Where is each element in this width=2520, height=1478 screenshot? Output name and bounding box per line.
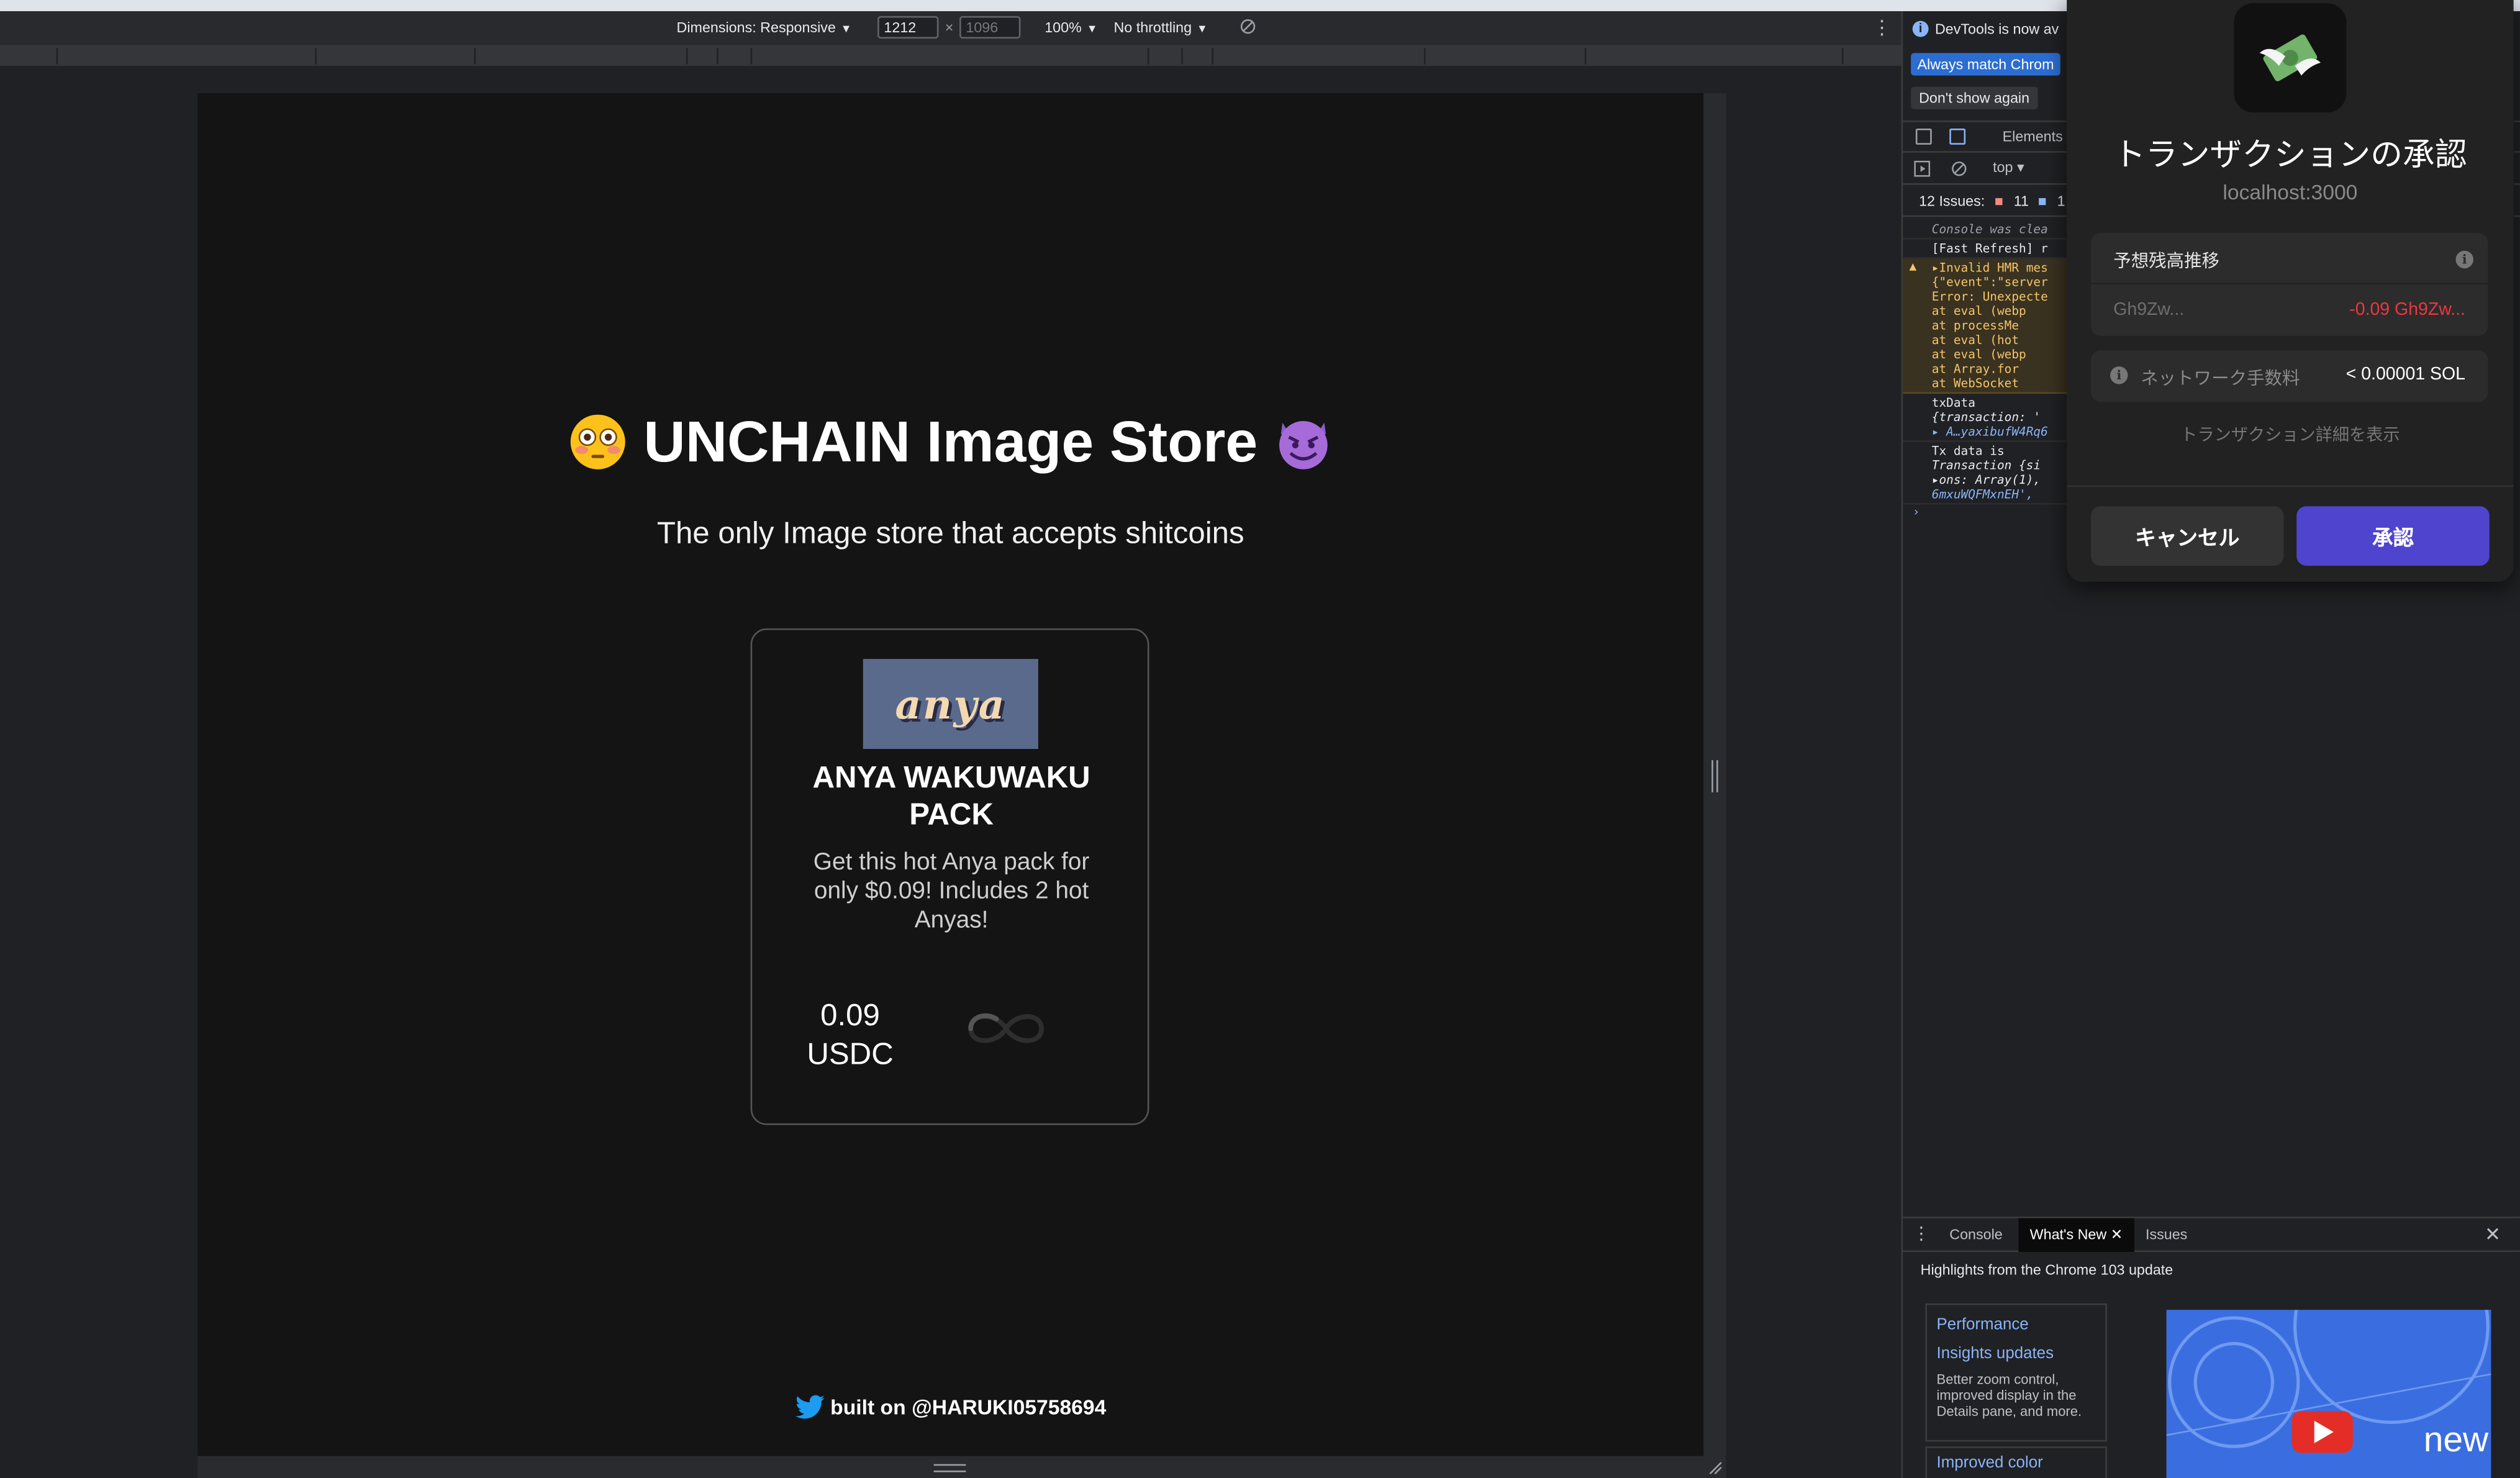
page-subtitle: The only Image store that accepts shitco… <box>656 517 1244 551</box>
width-input[interactable]: 1212 <box>877 16 939 39</box>
throttling-dropdown[interactable]: No throttling ▼ <box>1113 19 1207 35</box>
video-text: new <box>2424 1420 2489 1459</box>
console-line: Console was clea <box>1903 220 2072 240</box>
device-toolbar: Dimensions: Responsive ▼ 1212 × 1096 100%… <box>0 11 1901 45</box>
console-output: Console was clea [Fast Refresh] r ▲ ▸Inv… <box>1903 220 2072 519</box>
kebab-menu-icon[interactable]: ⋮ <box>1872 16 1892 39</box>
whats-new-card[interactable]: Performance Insights updates Better zoom… <box>1925 1303 2107 1442</box>
product-name: ANYA WAKUWAKU PACK <box>812 761 1090 833</box>
clear-console-icon[interactable] <box>1951 161 1967 177</box>
show-details-link[interactable]: トランザクション詳細を表示 <box>2067 423 2513 447</box>
tab-whats-new[interactable]: What's New ✕ <box>2018 1218 2134 1253</box>
issues-label: 12 Issues: <box>1919 193 1985 209</box>
balance-delta: -0.09 Gh9Zw... <box>2349 300 2465 320</box>
console-line: [Fast Refresh] r <box>1903 240 2072 259</box>
close-tab-icon[interactable]: ✕ <box>2111 1226 2123 1243</box>
warning-icon: ▲ <box>1909 258 1917 273</box>
error-count: 11 <box>2013 193 2029 209</box>
popup-origin: localhost:3000 <box>2223 179 2358 204</box>
resize-corner-icon[interactable] <box>1706 1459 1723 1476</box>
info-icon[interactable]: i <box>2110 366 2128 384</box>
card-link[interactable]: Improved color <box>1937 1454 2096 1474</box>
devtools-info-banner: i DevTools is now av <box>1912 20 2059 37</box>
product-price: 0.09 USDC <box>797 998 904 1075</box>
drawer-menu-icon[interactable]: ⋮ <box>1913 1223 1930 1244</box>
card-link[interactable]: Insights updates <box>1937 1340 2096 1369</box>
dimensions-dropdown[interactable]: Dimensions: Responsive ▼ <box>677 19 852 35</box>
whats-new-card[interactable]: Improved color <box>1925 1446 2107 1478</box>
info-issues-icon: ■ <box>2037 193 2047 209</box>
dont-show-button[interactable]: Don't show again <box>1911 86 2037 109</box>
title-text: UNCHAIN Image Store <box>643 408 1258 474</box>
approve-button[interactable]: 承認 <box>2296 506 2490 566</box>
highlights-text: Highlights from the Chrome 103 update <box>1920 1261 2173 1278</box>
divider <box>2090 283 2488 285</box>
footer-text: built on @HARUKI05758694 <box>830 1395 1107 1420</box>
info-icon: i <box>1912 20 1929 37</box>
context-selector[interactable]: top ▾ <box>1993 159 2024 176</box>
tab-elements[interactable]: Elements <box>2003 129 2063 145</box>
media-query-ruler <box>0 45 1901 68</box>
price-value: 0.09 <box>820 999 880 1034</box>
console-log[interactable]: Tx data is Transaction {si ▸ons: Array(1… <box>1903 442 2072 505</box>
inspect-icon[interactable] <box>1915 129 1932 145</box>
info-icon[interactable]: i <box>2455 250 2473 269</box>
balance-change-label: 予想残高推移 <box>2113 252 2220 272</box>
network-fee-panel: i ネットワーク手数料 < 0.00001 SOL <box>2090 350 2488 402</box>
chevron-down-icon: ▼ <box>1086 24 1098 35</box>
account-address: Gh9Zw... <box>2113 300 2185 320</box>
chrome-update-graphic: new <box>2166 1310 2491 1459</box>
app-viewport: UNCHAIN Image Store The only Image store… <box>197 93 1704 1456</box>
chevron-down-icon: ▼ <box>840 24 852 35</box>
flushed-face-emoji-icon <box>571 414 626 469</box>
wallet-approval-popup: トランザクションの承認 localhost:3000 予想残高推移 i Gh9Z… <box>2067 0 2514 582</box>
info-text: DevTools is now av <box>1934 20 2059 37</box>
popup-title: トランザクションの承認 <box>2113 138 2467 174</box>
chevron-down-icon: ▼ <box>1196 24 1208 35</box>
devtools-drawer: ⋮ Console What's New ✕ Issues ✕ Highligh… <box>1903 1217 2520 1478</box>
tab-issues[interactable]: Issues <box>2146 1226 2187 1243</box>
console-log[interactable]: txData {transaction: ' ▸ A…yaxibufW4Rq6 <box>1903 394 2072 442</box>
card-description: Better zoom control, improved display in… <box>1936 1371 2082 1420</box>
card-link[interactable]: Performance <box>1937 1312 2096 1341</box>
drawer-tabs: ⋮ Console What's New ✕ Issues ✕ <box>1903 1218 2520 1253</box>
info-count: 1 <box>2057 193 2065 209</box>
price-currency: USDC <box>807 1038 894 1072</box>
loading-spinner-icon <box>968 1013 1044 1043</box>
device-toggle-icon[interactable] <box>1949 129 1966 145</box>
close-drawer-icon[interactable]: ✕ <box>2485 1223 2501 1245</box>
product-card: anya ANYA WAKUWAKU PACK Get this hot Any… <box>750 628 1149 1125</box>
footer-credit[interactable]: built on @HARUKI05758694 <box>197 1395 1703 1419</box>
product-image-text: anya <box>895 681 1007 728</box>
times-sign: × <box>945 19 954 35</box>
resize-handle-right[interactable] <box>1711 760 1718 792</box>
network-fee-label: ネットワーク手数料 <box>2141 370 2300 389</box>
cancel-button[interactable]: キャンセル <box>2090 506 2284 566</box>
twitter-icon <box>795 1395 824 1419</box>
balance-change-panel: 予想残高推移 i Gh9Zw... -0.09 Gh9Zw... <box>2090 233 2488 336</box>
error-issues-icon: ■ <box>1994 193 2003 209</box>
zoom-dropdown[interactable]: 100% ▼ <box>1045 19 1097 35</box>
console-warning[interactable]: ▲ ▸Invalid HMR mes {"event":"server Erro… <box>1903 258 2072 394</box>
sidebar-toggle-icon[interactable] <box>1914 160 1931 177</box>
resize-handle-bottom[interactable] <box>933 1464 966 1472</box>
always-match-button[interactable]: Always match Chrom <box>1911 53 2060 76</box>
page-title: UNCHAIN Image Store <box>197 408 1703 476</box>
popup-actions: キャンセル 承認 <box>2067 485 2514 582</box>
rotate-icon[interactable] <box>1239 17 1256 39</box>
tab-console[interactable]: Console <box>1949 1226 2002 1243</box>
product-description: Get this hot Anya pack for only $0.09! I… <box>813 848 1090 934</box>
product-image: anya <box>863 659 1038 750</box>
screen: Dimensions: Responsive ▼ 1212 × 1096 100%… <box>0 0 2520 1478</box>
money-with-wings-icon <box>2234 3 2347 113</box>
video-thumbnail[interactable]: new <box>2166 1310 2491 1478</box>
network-fee-value: < 0.00001 SOL <box>2346 365 2465 384</box>
smiling-devil-emoji-icon <box>1278 421 1327 469</box>
height-input[interactable]: 1096 <box>959 16 1021 39</box>
console-prompt[interactable]: › <box>1903 505 2072 519</box>
